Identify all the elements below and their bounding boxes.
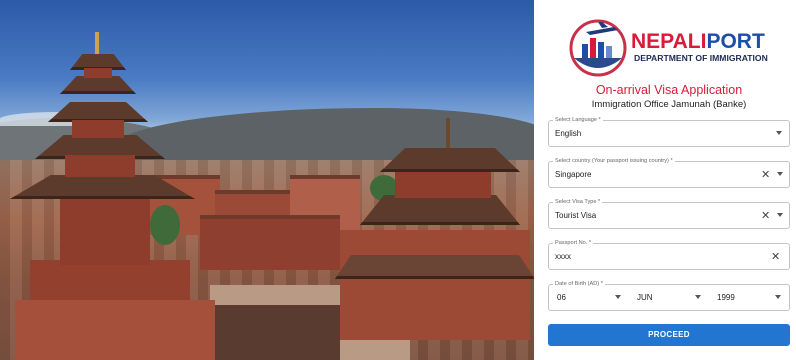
brand-name: NEPALIPORT <box>631 30 765 54</box>
close-icon[interactable]: ✕ <box>771 250 780 264</box>
form-subtitle: Immigration Office Jamunah (Banke) <box>591 99 747 110</box>
dob-label: Date of Birth (AD) * <box>553 280 605 288</box>
visa-type-select[interactable]: Select Visa Type * Tourist Visa ✕ <box>548 198 790 229</box>
chevron-down-icon[interactable] <box>615 295 621 299</box>
language-value: English <box>555 129 582 138</box>
dob-day-select[interactable]: 06 <box>557 293 566 302</box>
passport-input[interactable]: Passport No. * xxxx ✕ <box>548 239 790 270</box>
chevron-down-icon[interactable] <box>776 131 782 135</box>
dob-year-select[interactable]: 1999 <box>717 293 735 302</box>
country-select[interactable]: Select country (Your passport issuing co… <box>548 157 790 188</box>
chevron-down-icon[interactable] <box>695 295 701 299</box>
passport-label: Passport No. * <box>553 239 594 247</box>
language-label: Select Language * <box>553 116 603 124</box>
dob-month-select[interactable]: JUN <box>637 293 653 302</box>
department-label: DEPARTMENT OF IMMIGRATION <box>634 53 768 63</box>
close-icon[interactable]: ✕ <box>761 209 770 223</box>
country-value: Singapore <box>555 170 592 179</box>
proceed-button[interactable]: PROCEED <box>548 324 790 346</box>
airplane-globe-logo-icon <box>569 19 627 77</box>
brand-name-part2: PORT <box>706 30 765 53</box>
passport-value[interactable]: xxxx <box>555 252 571 261</box>
hero-photo <box>0 0 534 360</box>
close-icon[interactable]: ✕ <box>761 168 770 182</box>
visa-type-value: Tourist Visa <box>555 211 597 220</box>
dob-field: Date of Birth (AD) * 06 JUN 1999 <box>548 280 790 311</box>
brand-name-part1: NEPALI <box>631 30 707 53</box>
language-select[interactable]: Select Language * English <box>548 116 790 147</box>
visa-type-label: Select Visa Type * <box>553 198 603 206</box>
form-title: On-arrival Visa Application <box>595 83 743 97</box>
chevron-down-icon[interactable] <box>777 172 783 176</box>
chevron-down-icon[interactable] <box>775 295 781 299</box>
chevron-down-icon[interactable] <box>777 213 783 217</box>
country-label: Select country (Your passport issuing co… <box>553 157 675 165</box>
